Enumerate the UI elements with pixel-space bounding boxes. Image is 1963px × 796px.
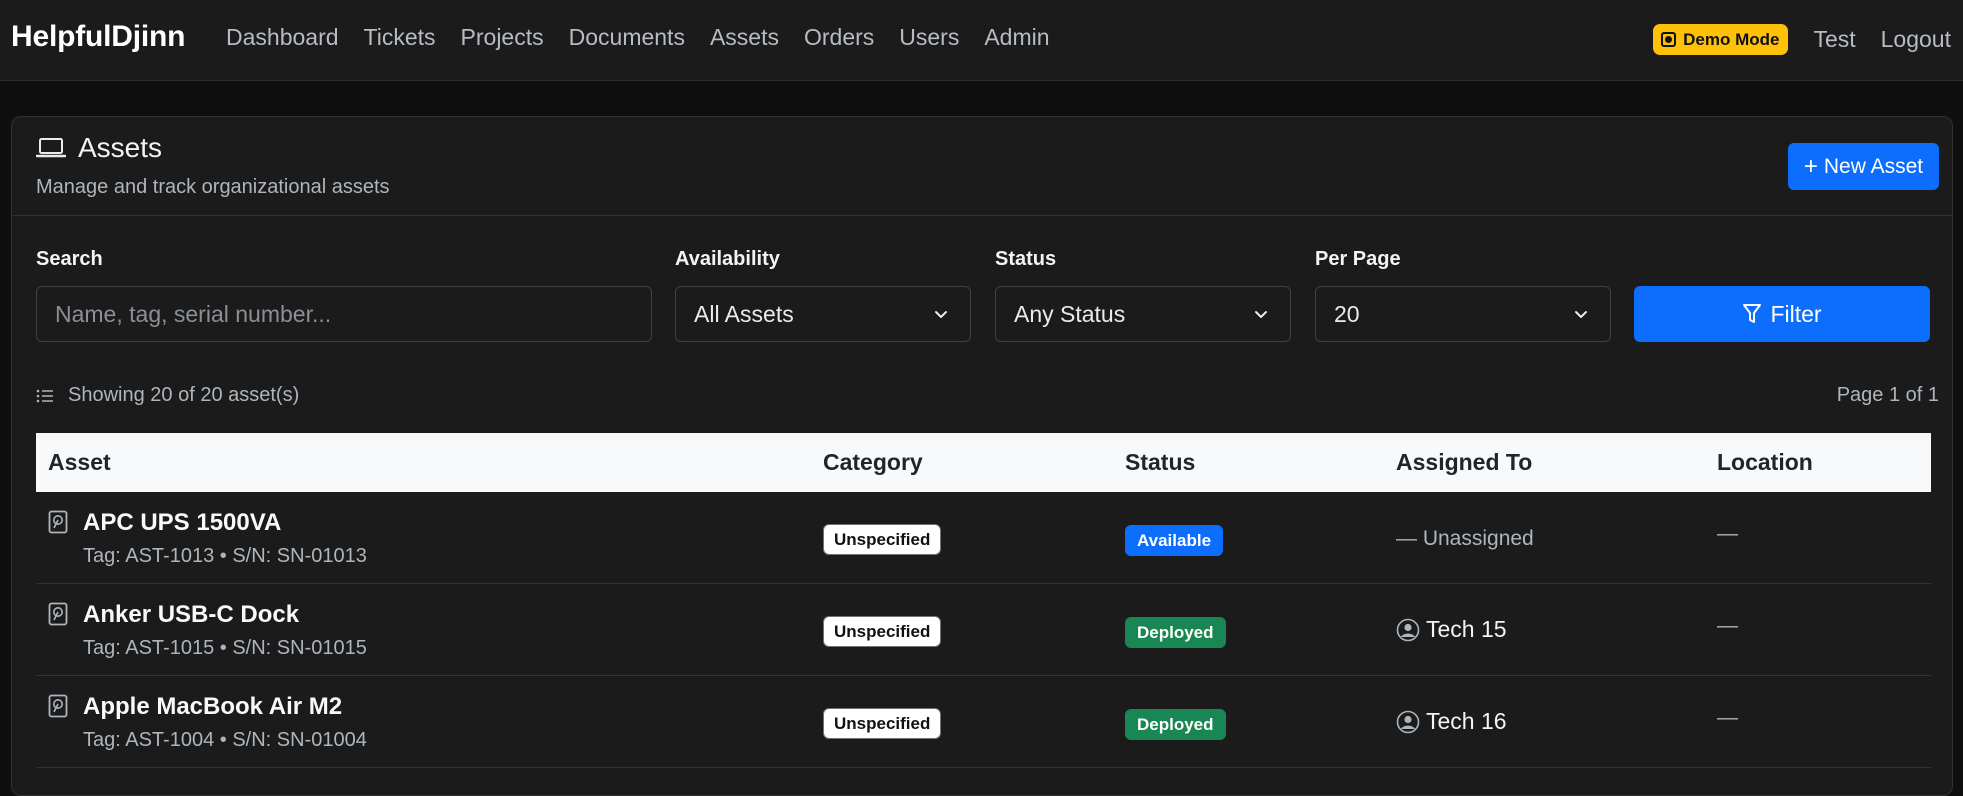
nav-link-users[interactable]: Users <box>899 24 959 51</box>
hard-drive-icon <box>48 602 68 626</box>
status-value: Any Status <box>1014 300 1126 327</box>
assignee-name: Tech 16 <box>1426 708 1507 734</box>
demo-mode-label: Demo Mode <box>1683 29 1780 49</box>
per-page-select[interactable]: 20 <box>1315 286 1611 342</box>
nav-link-dashboard[interactable]: Dashboard <box>226 24 339 51</box>
logout-link[interactable]: Logout <box>1881 26 1951 53</box>
column-status[interactable]: Status <box>1125 449 1195 476</box>
table-row[interactable]: Anker USB-C Dock Tag: AST-1015 • S/N: SN… <box>36 584 1931 676</box>
asset-meta: Tag: AST-1004 • S/N: SN-01004 <box>83 729 367 751</box>
chevron-down-icon <box>1575 311 1587 318</box>
availability-label: Availability <box>675 248 780 270</box>
availability-value: All Assets <box>694 300 794 327</box>
location: — <box>1717 522 1738 545</box>
nav-link-orders[interactable]: Orders <box>804 24 874 51</box>
column-category[interactable]: Category <box>823 449 923 476</box>
nav-links: Dashboard Tickets Projects Documents Ass… <box>226 24 1075 51</box>
location: — <box>1717 706 1738 729</box>
category-badge: Unspecified <box>823 616 942 647</box>
nav-link-projects[interactable]: Projects <box>461 24 544 51</box>
brand-logo[interactable]: HelpfulDjinn <box>11 20 185 54</box>
status-badge: Available <box>1125 525 1224 556</box>
availability-select[interactable]: All Assets <box>675 286 971 342</box>
chevron-down-icon <box>935 311 947 318</box>
nav-user-link[interactable]: Test <box>1813 26 1855 53</box>
card-header: Assets Manage and track organizational a… <box>12 117 1952 216</box>
filter-button[interactable]: Filter <box>1634 286 1930 342</box>
chevron-down-icon <box>1255 311 1267 318</box>
asset-name-link[interactable]: Anker USB-C Dock <box>83 601 299 629</box>
hard-drive-icon <box>48 694 68 718</box>
page-subtitle: Manage and track organizational assets <box>36 176 390 198</box>
column-assigned-to[interactable]: Assigned To <box>1396 449 1532 476</box>
table-header: Asset Category Status Assigned To Locati… <box>36 433 1931 492</box>
top-navbar: HelpfulDjinn Dashboard Tickets Projects … <box>0 0 1963 81</box>
plus-icon: + <box>1803 152 1818 180</box>
asset-name-link[interactable]: Apple MacBook Air M2 <box>83 693 342 721</box>
user-circle-icon <box>1396 710 1420 733</box>
page-title: Assets <box>78 132 163 163</box>
nav-link-documents[interactable]: Documents <box>569 24 685 51</box>
new-asset-label: New Asset <box>1823 154 1924 178</box>
asset-meta: Tag: AST-1015 • S/N: SN-01015 <box>83 637 367 659</box>
new-asset-button[interactable]: + New Asset <box>1788 143 1939 190</box>
nav-link-admin[interactable]: Admin <box>984 24 1049 51</box>
page-indicator: Page 1 of 1 <box>1836 384 1939 406</box>
assignee: — Unassigned <box>1396 527 1534 550</box>
column-location[interactable]: Location <box>1717 449 1813 476</box>
search-label: Search <box>36 248 103 270</box>
nav-link-assets[interactable]: Assets <box>710 24 779 51</box>
assignee[interactable]: Tech 15 <box>1396 616 1507 643</box>
assets-card: Assets Manage and track organizational a… <box>11 116 1953 796</box>
location: — <box>1717 614 1738 637</box>
title-row: Assets <box>36 132 162 164</box>
assignee-name: Tech 15 <box>1426 616 1507 642</box>
status-select[interactable]: Any Status <box>995 286 1291 342</box>
filter-label: Filter <box>1770 300 1822 327</box>
asset-name-link[interactable]: APC UPS 1500VA <box>83 509 281 537</box>
results-count: Showing 20 of 20 asset(s) <box>36 384 299 407</box>
search-placeholder: Name, tag, serial number... <box>55 300 332 327</box>
per-page-label: Per Page <box>1315 248 1401 270</box>
asset-meta: Tag: AST-1013 • S/N: SN-01013 <box>83 545 367 567</box>
column-asset[interactable]: Asset <box>48 449 111 476</box>
list-icon <box>36 389 53 402</box>
table-row[interactable]: Apple MacBook Air M2 Tag: AST-1004 • S/N… <box>36 676 1931 768</box>
per-page-value: 20 <box>1334 300 1360 327</box>
record-icon <box>1661 32 1677 47</box>
status-label: Status <box>995 248 1057 270</box>
hard-drive-icon <box>48 510 68 534</box>
funnel-icon <box>1743 304 1762 323</box>
nav-right: Demo Mode Test Logout <box>1653 24 1951 55</box>
status-badge: Deployed <box>1125 709 1226 740</box>
category-badge: Unspecified <box>823 708 942 739</box>
demo-mode-badge: Demo Mode <box>1653 24 1789 55</box>
search-input[interactable]: Name, tag, serial number... <box>36 286 652 342</box>
user-circle-icon <box>1396 618 1420 641</box>
laptop-icon <box>36 138 66 158</box>
table-row[interactable]: APC UPS 1500VA Tag: AST-1013 • S/N: SN-0… <box>36 492 1931 584</box>
status-badge: Deployed <box>1125 617 1226 648</box>
category-badge: Unspecified <box>823 524 942 555</box>
nav-link-tickets[interactable]: Tickets <box>364 24 436 51</box>
assignee[interactable]: Tech 16 <box>1396 708 1507 735</box>
showing-text: Showing 20 of 20 asset(s) <box>68 384 300 406</box>
